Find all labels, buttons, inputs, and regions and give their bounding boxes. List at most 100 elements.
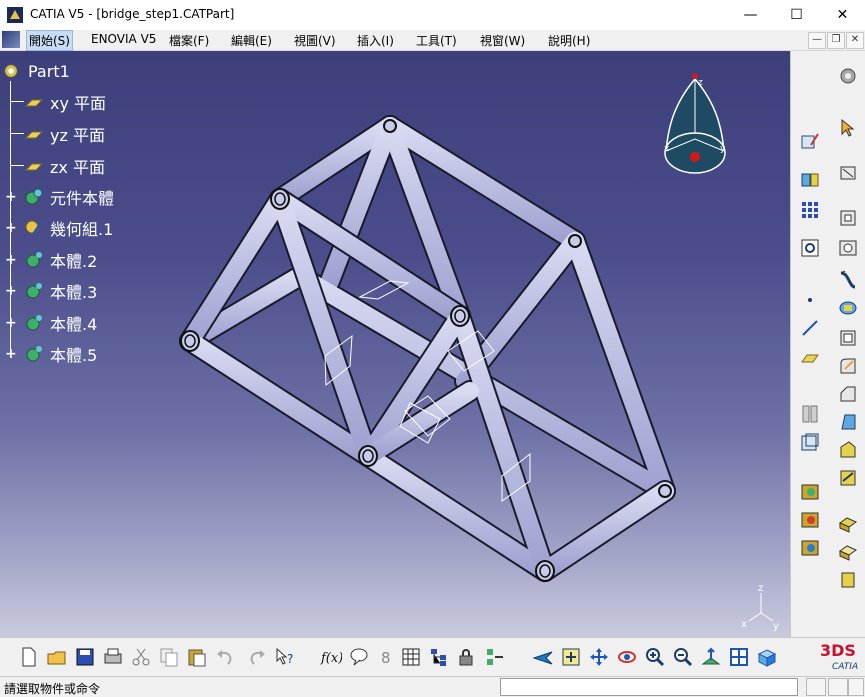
redo-icon[interactable]: [246, 646, 268, 668]
point-icon[interactable]: [799, 289, 821, 311]
tree-expand-body-4[interactable]: +: [5, 316, 17, 330]
menu-file[interactable]: 檔案(F): [169, 32, 209, 49]
fillet-icon[interactable]: [837, 355, 859, 377]
boolean-icon[interactable]: [799, 431, 821, 453]
stiffener-icon[interactable]: [837, 297, 859, 319]
status-button-1[interactable]: [806, 678, 826, 696]
menu-tools[interactable]: 工具(T): [416, 32, 457, 49]
fit-all-icon[interactable]: [560, 646, 582, 668]
rotate-icon[interactable]: [616, 646, 638, 668]
fly-mode-icon[interactable]: [532, 646, 554, 668]
surface-analysis-icon[interactable]: [799, 509, 821, 531]
formula-icon[interactable]: f(x): [320, 646, 342, 668]
print-icon[interactable]: [102, 646, 124, 668]
status-button-2[interactable]: [828, 678, 848, 696]
mdi-close-button[interactable]: ✕: [846, 32, 864, 49]
close-button[interactable]: ✕: [820, 0, 865, 30]
gear-icon[interactable]: [837, 65, 859, 87]
lock-icon[interactable]: [456, 646, 478, 668]
orientation-compass[interactable]: z x y: [660, 71, 730, 181]
curvature-analysis-icon[interactable]: [799, 537, 821, 559]
tree-node-body-4[interactable]: 本體.4: [24, 312, 97, 334]
command-input[interactable]: [500, 678, 798, 696]
measure-icon[interactable]: [799, 237, 821, 259]
hole-wizard-icon[interactable]: 8: [376, 646, 398, 668]
tree-expand-body-2[interactable]: +: [5, 253, 17, 267]
tree-expand-part-body[interactable]: +: [5, 190, 17, 204]
solid-block-alt-icon[interactable]: [837, 541, 859, 563]
tree-node-geometric-set[interactable]: 幾何組.1: [24, 217, 113, 239]
save-icon[interactable]: [74, 646, 96, 668]
whats-this-icon[interactable]: ?: [274, 646, 296, 668]
solid-cube-icon[interactable]: [837, 569, 859, 591]
multi-view-icon[interactable]: [728, 646, 750, 668]
menu-enovia[interactable]: ENOVIA V5: [91, 32, 156, 46]
zoom-in-icon[interactable]: [644, 646, 666, 668]
menu-edit[interactable]: 編輯(E): [231, 32, 272, 49]
normal-view-icon[interactable]: [700, 646, 722, 668]
new-file-icon[interactable]: [18, 646, 40, 668]
chamfer-icon[interactable]: [837, 383, 859, 405]
maximize-button[interactable]: ☐: [774, 0, 819, 30]
menu-start[interactable]: 開始(S): [26, 30, 73, 51]
mdi-restore-button[interactable]: ❐: [827, 32, 845, 49]
copy-icon[interactable]: [158, 646, 180, 668]
status-bar: 請選取物件或命令: [0, 676, 865, 697]
pattern-icon[interactable]: [799, 199, 821, 221]
tree-node-body-5[interactable]: 本體.5: [24, 343, 97, 365]
paste-icon[interactable]: [186, 646, 208, 668]
specification-tree: Part1 xy 平面 yz 平面 zx 平面 + 元件本體 + 幾何組.1 +…: [0, 51, 250, 381]
knowledge-icon[interactable]: [348, 646, 370, 668]
undo-icon[interactable]: [214, 646, 236, 668]
tree-node-part1[interactable]: Part1: [2, 60, 70, 82]
analysis-icon[interactable]: [799, 481, 821, 503]
menu-view[interactable]: 視圖(V): [294, 32, 336, 49]
menu-window[interactable]: 視窗(W): [480, 32, 525, 49]
shaft-icon[interactable]: [837, 207, 859, 229]
menu-help[interactable]: 說明(H): [548, 32, 590, 49]
3d-viewport[interactable]: Part1 xy 平面 yz 平面 zx 平面 + 元件本體 + 幾何組.1 +…: [0, 51, 790, 637]
triad-y-label: y: [773, 621, 779, 631]
draft-icon[interactable]: [837, 411, 859, 433]
tree-label-yz-plane: yz 平面: [50, 126, 105, 145]
cut-icon[interactable]: [130, 646, 152, 668]
sketch-icon[interactable]: [799, 131, 821, 153]
line-icon[interactable]: [799, 317, 821, 339]
thread-icon[interactable]: [837, 467, 859, 489]
tree-expand-geometric-set[interactable]: +: [5, 221, 17, 235]
tree-node-yz-plane[interactable]: yz 平面: [24, 123, 105, 145]
tree-expand-body-5[interactable]: +: [5, 347, 17, 361]
pad-icon[interactable]: [837, 161, 859, 183]
tree-label-zx-plane: zx 平面: [50, 158, 105, 177]
solid-block-icon[interactable]: [837, 513, 859, 535]
tree-expand-body-3[interactable]: +: [5, 284, 17, 298]
open-file-icon[interactable]: [46, 646, 68, 668]
thickness-icon[interactable]: [837, 327, 859, 349]
plane-icon[interactable]: [799, 347, 821, 369]
pan-icon[interactable]: [588, 646, 610, 668]
table-icon[interactable]: [400, 646, 422, 668]
tree-node-zx-plane[interactable]: zx 平面: [24, 155, 105, 177]
hole-icon[interactable]: [837, 237, 859, 259]
select-arrow-icon[interactable]: [837, 117, 859, 139]
split-icon[interactable]: [799, 403, 821, 425]
tree-expand-icon[interactable]: [428, 646, 450, 668]
shell-icon[interactable]: [837, 439, 859, 461]
rib-icon[interactable]: [837, 269, 859, 291]
status-button-3[interactable]: [848, 678, 864, 696]
update-icon[interactable]: [484, 646, 506, 668]
tree-label-body-3: 本體.3: [50, 283, 98, 302]
tree-node-body-3[interactable]: 本體.3: [24, 280, 97, 302]
body-gear-icon: [25, 188, 43, 205]
minimize-button[interactable]: —: [728, 0, 773, 30]
tree-node-body-2[interactable]: 本體.2: [24, 249, 97, 271]
catia-menu-logo-icon[interactable]: [2, 31, 20, 48]
mdi-minimize-button[interactable]: —: [808, 32, 826, 49]
menu-insert[interactable]: 插入(I): [357, 32, 394, 49]
tree-node-part-body[interactable]: 元件本體: [24, 186, 114, 208]
pocket-icon[interactable]: [799, 169, 821, 191]
tree-node-xy-plane[interactable]: xy 平面: [24, 91, 106, 113]
tree-label-geometric-set: 幾何組.1: [50, 220, 114, 239]
iso-view-icon[interactable]: [756, 646, 778, 668]
zoom-out-icon[interactable]: [672, 646, 694, 668]
